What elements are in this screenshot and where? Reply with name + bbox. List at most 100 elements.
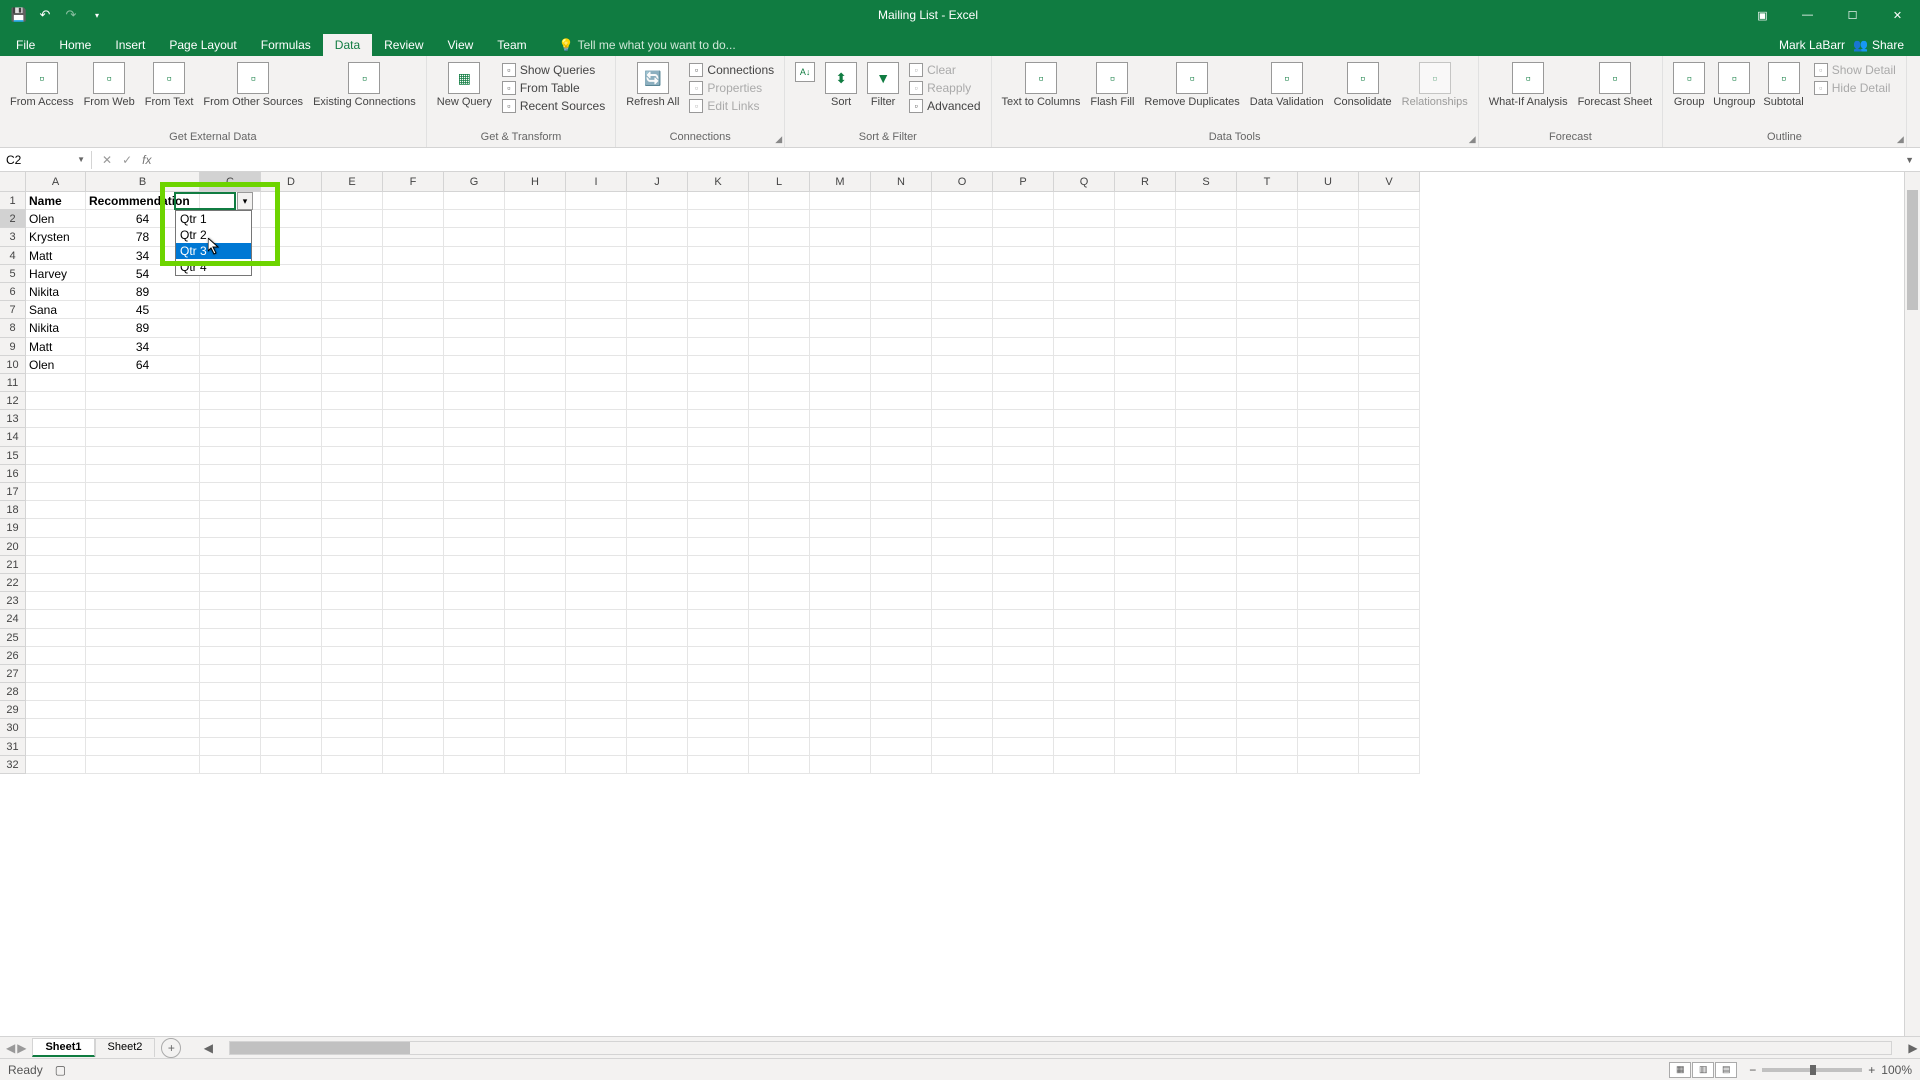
cell-C12[interactable] (200, 392, 261, 410)
col-head-P[interactable]: P (993, 172, 1054, 192)
cell-G6[interactable] (444, 283, 505, 301)
cell-B28[interactable] (86, 683, 200, 701)
cell-L13[interactable] (749, 410, 810, 428)
cell-H31[interactable] (505, 738, 566, 756)
col-head-F[interactable]: F (383, 172, 444, 192)
cell-U8[interactable] (1298, 319, 1359, 337)
cell-S24[interactable] (1176, 610, 1237, 628)
cell-A30[interactable] (26, 719, 86, 737)
cell-S18[interactable] (1176, 501, 1237, 519)
share-button[interactable]: 👥 Share (1853, 38, 1904, 52)
cell-P25[interactable] (993, 629, 1054, 647)
row-head-8[interactable]: 8 (0, 319, 26, 337)
cell-U11[interactable] (1298, 374, 1359, 392)
cell-H27[interactable] (505, 665, 566, 683)
cell-F12[interactable] (383, 392, 444, 410)
cell-U3[interactable] (1298, 228, 1359, 246)
col-head-H[interactable]: H (505, 172, 566, 192)
cell-K19[interactable] (688, 519, 749, 537)
cell-T22[interactable] (1237, 574, 1298, 592)
cell-M10[interactable] (810, 356, 871, 374)
cell-S29[interactable] (1176, 701, 1237, 719)
sheet-tab-sheet2[interactable]: Sheet2 (95, 1038, 156, 1057)
cell-E13[interactable] (322, 410, 383, 428)
cell-J20[interactable] (627, 538, 688, 556)
cell-S8[interactable] (1176, 319, 1237, 337)
cell-G4[interactable] (444, 247, 505, 265)
cell-Q14[interactable] (1054, 428, 1115, 446)
cell-L26[interactable] (749, 647, 810, 665)
qat-customize-icon[interactable]: ▾ (86, 4, 108, 26)
cell-R20[interactable] (1115, 538, 1176, 556)
cell-L5[interactable] (749, 265, 810, 283)
cell-M7[interactable] (810, 301, 871, 319)
cell-D14[interactable] (261, 428, 322, 446)
cell-C15[interactable] (200, 447, 261, 465)
cell-J26[interactable] (627, 647, 688, 665)
cell-J2[interactable] (627, 210, 688, 228)
row-head-18[interactable]: 18 (0, 501, 26, 519)
cell-C9[interactable] (200, 338, 261, 356)
cell-T4[interactable] (1237, 247, 1298, 265)
cell-A9[interactable]: Matt (26, 338, 86, 356)
cell-M22[interactable] (810, 574, 871, 592)
cell-S15[interactable] (1176, 447, 1237, 465)
cell-L10[interactable] (749, 356, 810, 374)
save-icon[interactable]: 💾 (8, 4, 30, 26)
cell-L25[interactable] (749, 629, 810, 647)
cell-H24[interactable] (505, 610, 566, 628)
cell-L3[interactable] (749, 228, 810, 246)
cell-P19[interactable] (993, 519, 1054, 537)
page-layout-view-button[interactable]: ▥ (1692, 1062, 1714, 1078)
row-head-25[interactable]: 25 (0, 629, 26, 647)
cell-A3[interactable]: Krysten (26, 228, 86, 246)
cell-R23[interactable] (1115, 592, 1176, 610)
dv-option-3[interactable]: Qtr 4 (176, 259, 251, 275)
cell-G17[interactable] (444, 483, 505, 501)
cell-C26[interactable] (200, 647, 261, 665)
cell-R14[interactable] (1115, 428, 1176, 446)
cell-Q22[interactable] (1054, 574, 1115, 592)
cell-M14[interactable] (810, 428, 871, 446)
col-head-B[interactable]: B (86, 172, 200, 192)
cell-Q27[interactable] (1054, 665, 1115, 683)
cell-V18[interactable] (1359, 501, 1420, 519)
cell-M2[interactable] (810, 210, 871, 228)
cell-S12[interactable] (1176, 392, 1237, 410)
dt-btn-2[interactable]: ▫Remove Duplicates (1140, 58, 1243, 108)
tab-file[interactable]: File (4, 34, 47, 56)
cell-J4[interactable] (627, 247, 688, 265)
cell-H9[interactable] (505, 338, 566, 356)
cell-I21[interactable] (566, 556, 627, 574)
col-head-L[interactable]: L (749, 172, 810, 192)
row-head-13[interactable]: 13 (0, 410, 26, 428)
cell-A4[interactable]: Matt (26, 247, 86, 265)
cell-B24[interactable] (86, 610, 200, 628)
cell-G1[interactable] (444, 192, 505, 210)
cell-O20[interactable] (932, 538, 993, 556)
cell-B17[interactable] (86, 483, 200, 501)
tab-team[interactable]: Team (485, 34, 538, 56)
cell-F2[interactable] (383, 210, 444, 228)
cell-U13[interactable] (1298, 410, 1359, 428)
cell-O22[interactable] (932, 574, 993, 592)
cell-C27[interactable] (200, 665, 261, 683)
cell-N15[interactable] (871, 447, 932, 465)
cell-C13[interactable] (200, 410, 261, 428)
cell-B10[interactable]: 64 (86, 356, 200, 374)
cell-C7[interactable] (200, 301, 261, 319)
cell-E15[interactable] (322, 447, 383, 465)
cell-D1[interactable] (261, 192, 322, 210)
cell-H1[interactable] (505, 192, 566, 210)
col-head-E[interactable]: E (322, 172, 383, 192)
cell-B23[interactable] (86, 592, 200, 610)
cell-V27[interactable] (1359, 665, 1420, 683)
cell-J21[interactable] (627, 556, 688, 574)
cell-I12[interactable] (566, 392, 627, 410)
maximize-button[interactable]: ☐ (1830, 0, 1875, 30)
cell-C30[interactable] (200, 719, 261, 737)
cell-D7[interactable] (261, 301, 322, 319)
cell-Q15[interactable] (1054, 447, 1115, 465)
horizontal-scrollbar[interactable]: ◀ ▶ (201, 1041, 1920, 1055)
cell-D6[interactable] (261, 283, 322, 301)
